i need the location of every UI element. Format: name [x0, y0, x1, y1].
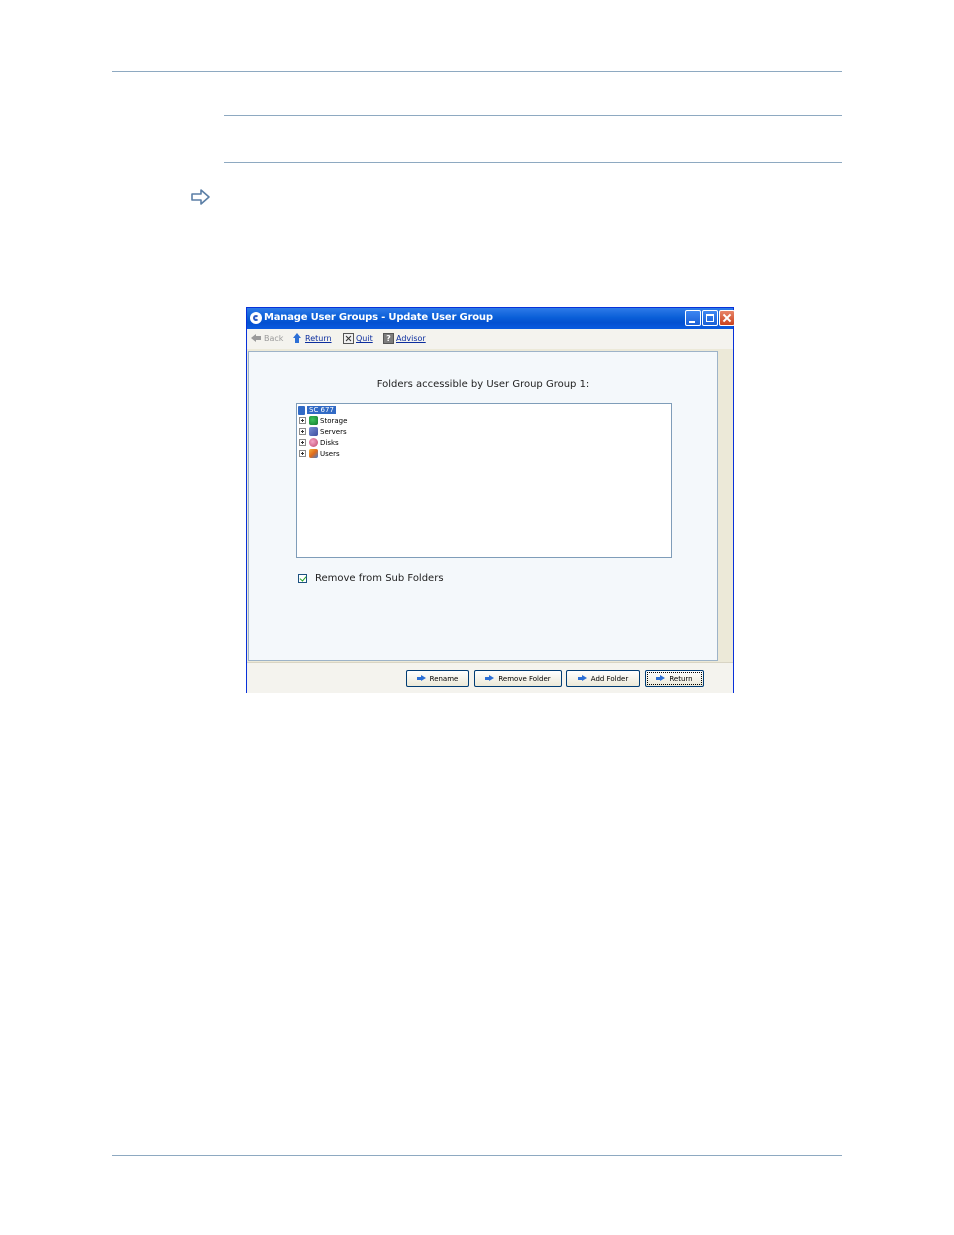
header-rule	[112, 71, 842, 72]
footer-rule	[112, 1155, 842, 1156]
remove-subfolders-checkbox[interactable]	[298, 574, 307, 583]
toolbar: Back Return Quit ? Advisor	[247, 329, 733, 349]
folders-heading: Folders accessible by User Group Group 1…	[376, 379, 590, 390]
tree-item-label: Storage	[320, 416, 348, 425]
back-label: Back	[264, 334, 284, 343]
return-link[interactable]: Return	[292, 333, 332, 344]
expand-icon[interactable]	[299, 428, 306, 435]
quit-icon	[343, 333, 354, 344]
storage-icon	[309, 416, 318, 425]
return-button[interactable]: Return	[645, 670, 704, 687]
tree-node-disks[interactable]: Disks	[297, 438, 339, 447]
folder-tree[interactable]: SC 677 Storage Servers Disks Users	[296, 403, 672, 558]
tree-root-label: SC 677	[307, 406, 336, 414]
arrow-right-icon	[485, 675, 495, 682]
window-title: Manage User Groups - Update User Group	[264, 312, 493, 323]
expand-icon[interactable]	[299, 439, 306, 446]
app-logo-icon	[250, 312, 262, 324]
title-bar: Manage User Groups - Update User Group	[247, 308, 735, 329]
return-button-label: Return	[669, 674, 693, 683]
remove-subfolders-label: Remove from Sub Folders	[315, 573, 444, 584]
up-arrow-icon	[292, 333, 303, 344]
tree-node-storage[interactable]: Storage	[297, 416, 347, 425]
remove-folder-button[interactable]: Remove Folder	[474, 670, 562, 687]
add-folder-label: Add Folder	[590, 674, 629, 683]
advisor-link[interactable]: ? Advisor	[383, 333, 426, 344]
arrow-right-icon	[416, 675, 426, 682]
users-icon	[309, 449, 318, 458]
maximize-button[interactable]	[702, 310, 718, 326]
arrow-right-icon	[577, 675, 587, 682]
return-label: Return	[305, 334, 332, 343]
expand-icon[interactable]	[299, 450, 306, 457]
storage-center-icon	[298, 405, 305, 415]
content-panel: Folders accessible by User Group Group 1…	[248, 351, 718, 661]
expand-icon[interactable]	[299, 417, 306, 424]
tree-node-users[interactable]: Users	[297, 449, 340, 458]
servers-icon	[309, 427, 318, 436]
button-bar: Rename Remove Folder Add Folder Return	[247, 662, 733, 693]
back-button[interactable]: Back	[251, 333, 283, 344]
rename-button[interactable]: Rename	[406, 670, 469, 687]
rename-label: Rename	[429, 674, 459, 683]
arrow-right-icon	[656, 675, 666, 682]
tree-node-root[interactable]: SC 677	[298, 405, 336, 415]
back-arrow-icon	[251, 333, 262, 344]
tree-item-label: Users	[320, 449, 340, 458]
note-rule-top	[224, 115, 842, 116]
note-rule-bottom	[224, 162, 842, 163]
minimize-button[interactable]	[685, 310, 701, 326]
tree-node-servers[interactable]: Servers	[297, 427, 347, 436]
advisor-label: Advisor	[396, 334, 426, 343]
step-arrow-icon	[191, 189, 210, 205]
quit-label: Quit	[356, 334, 373, 343]
tree-item-label: Servers	[320, 427, 347, 436]
update-user-group-window: Manage User Groups - Update User Group B…	[246, 307, 735, 693]
tree-item-label: Disks	[320, 438, 339, 447]
quit-link[interactable]: Quit	[343, 333, 373, 344]
close-button[interactable]	[719, 310, 735, 326]
help-icon: ?	[383, 333, 394, 344]
add-folder-button[interactable]: Add Folder	[566, 670, 640, 687]
remove-subfolders-option[interactable]: Remove from Sub Folders	[298, 573, 444, 584]
disks-icon	[309, 438, 318, 447]
remove-folder-label: Remove Folder	[498, 674, 551, 683]
